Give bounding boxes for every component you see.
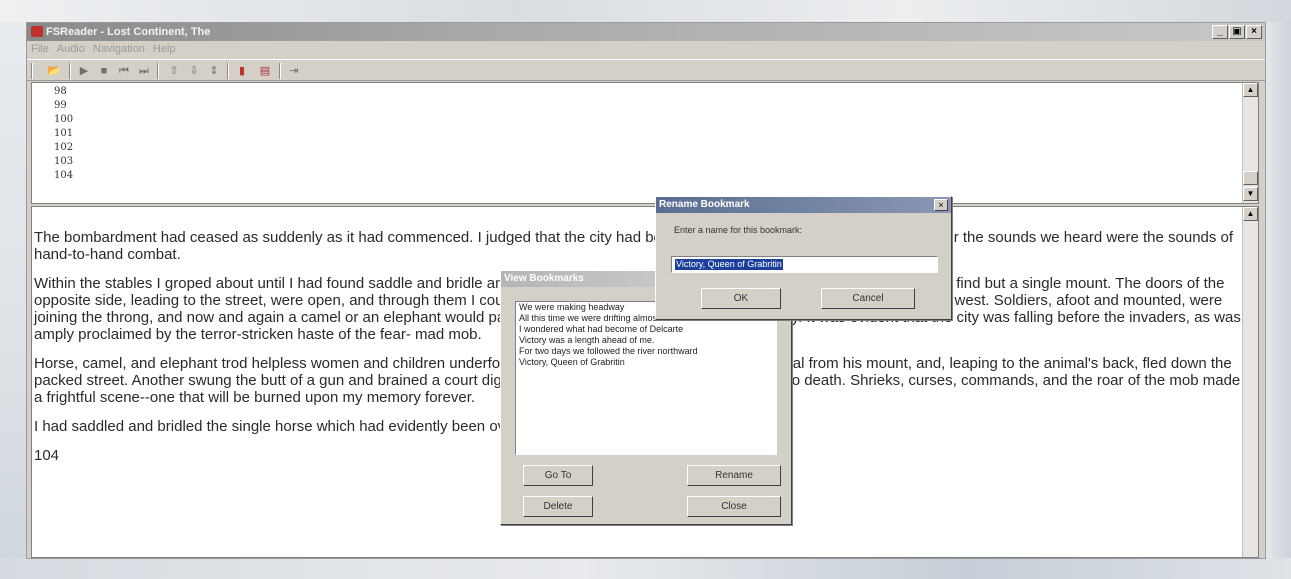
exit-icon[interactable]: ⇥ — [285, 63, 303, 79]
up-arrow-icon[interactable]: ⇧ — [165, 63, 183, 79]
minimize-button[interactable]: _ — [1212, 25, 1228, 39]
scroll-up-button[interactable]: ▲ — [1243, 207, 1258, 221]
delete-button[interactable]: Delete — [523, 496, 593, 517]
toolbar-separator — [279, 63, 281, 79]
bookmark-list-icon[interactable]: ▤ — [255, 63, 275, 79]
app-icon — [31, 26, 43, 37]
page-number[interactable]: 98 — [54, 85, 73, 99]
desktop-backdrop-bottom — [0, 558, 1291, 579]
reading-pane-scrollbar[interactable]: ▲ — [1242, 207, 1258, 557]
page-number[interactable]: 99 — [54, 99, 73, 113]
down-arrow-icon[interactable]: ⇩ — [185, 63, 203, 79]
page-number[interactable]: 100 — [54, 113, 73, 127]
desktop-backdrop-right — [1266, 22, 1291, 558]
goto-button[interactable]: Go To — [523, 465, 593, 486]
scroll-thumb[interactable] — [1243, 171, 1258, 185]
bookmark-name-input[interactable]: Victory, Queen of Grabritin — [671, 256, 938, 273]
toolbar-separator — [157, 63, 159, 79]
bookmark-icon[interactable]: ▮ — [233, 63, 251, 79]
window-title: FSReader - Lost Continent, The — [46, 26, 211, 38]
title-bar[interactable]: FSReader - Lost Continent, The _ ▣ × — [27, 23, 1265, 41]
toolbar: 📂 ▶ ■ ⏮ ⏭ ⇧ ⇩ ⇕ ▮ ▤ ⇥ — [27, 59, 1265, 81]
play-icon[interactable]: ▶ — [75, 63, 93, 79]
page-number[interactable]: 103 — [54, 155, 73, 169]
dialog-title[interactable]: Rename Bookmark — [656, 197, 951, 213]
selected-input-text[interactable]: Victory, Queen of Grabritin — [675, 259, 783, 270]
top-pane-scrollbar[interactable]: ▲ ▼ — [1242, 83, 1258, 203]
bookmark-item[interactable]: For two days we followed the river north… — [516, 346, 776, 357]
page-list-pane[interactable]: 98 99 100 101 102 103 104 ▲ ▼ — [31, 82, 1259, 204]
toolbar-separator — [227, 63, 229, 79]
menu-file[interactable]: File — [31, 41, 49, 58]
stop-icon[interactable]: ■ — [95, 63, 113, 79]
rename-prompt: Enter a name for this bookmark: — [674, 225, 803, 235]
menu-bar: File Audio Navigation Help — [27, 41, 1269, 58]
ok-button[interactable]: OK — [701, 288, 781, 309]
toolbar-grip — [31, 63, 33, 79]
desktop-backdrop-top — [0, 0, 1291, 22]
up-down-icon[interactable]: ⇕ — [205, 63, 223, 79]
bookmark-item[interactable]: Victory was a length ahead of me. — [516, 335, 776, 346]
page-number[interactable]: 104 — [54, 169, 73, 183]
scroll-up-button[interactable]: ▲ — [1243, 83, 1258, 97]
rename-button[interactable]: Rename — [687, 465, 781, 486]
close-dialog-button[interactable]: Close — [687, 496, 781, 517]
page-list: 98 99 100 101 102 103 104 — [54, 85, 73, 183]
maximize-button[interactable]: ▣ — [1229, 25, 1245, 39]
cancel-button[interactable]: Cancel — [821, 288, 915, 309]
scroll-down-button[interactable]: ▼ — [1243, 187, 1258, 201]
bookmark-item[interactable]: Victory, Queen of Grabritin — [516, 357, 776, 368]
paragraph: The bombardment had ceased as suddenly a… — [34, 229, 1234, 263]
bookmark-list[interactable]: We were making headway All this time we … — [515, 301, 777, 455]
previous-icon[interactable]: ⏮ — [115, 63, 133, 79]
next-icon[interactable]: ⏭ — [135, 63, 153, 79]
toolbar-separator — [69, 63, 71, 79]
rename-bookmark-dialog: Rename Bookmark × Enter a name for this … — [655, 196, 952, 320]
menu-help[interactable]: Help — [153, 41, 176, 58]
page-number[interactable]: 102 — [54, 141, 73, 155]
page-number[interactable]: 101 — [54, 127, 73, 141]
close-icon[interactable]: × — [934, 199, 948, 211]
menu-audio[interactable]: Audio — [57, 41, 85, 58]
window-controls: _ ▣ × — [1212, 25, 1262, 39]
menu-navigation[interactable]: Navigation — [93, 41, 145, 58]
bookmark-item[interactable]: I wondered what had become of Delcarte — [516, 324, 776, 335]
close-button[interactable]: × — [1246, 25, 1262, 39]
open-folder-icon[interactable]: 📂 — [43, 63, 65, 79]
